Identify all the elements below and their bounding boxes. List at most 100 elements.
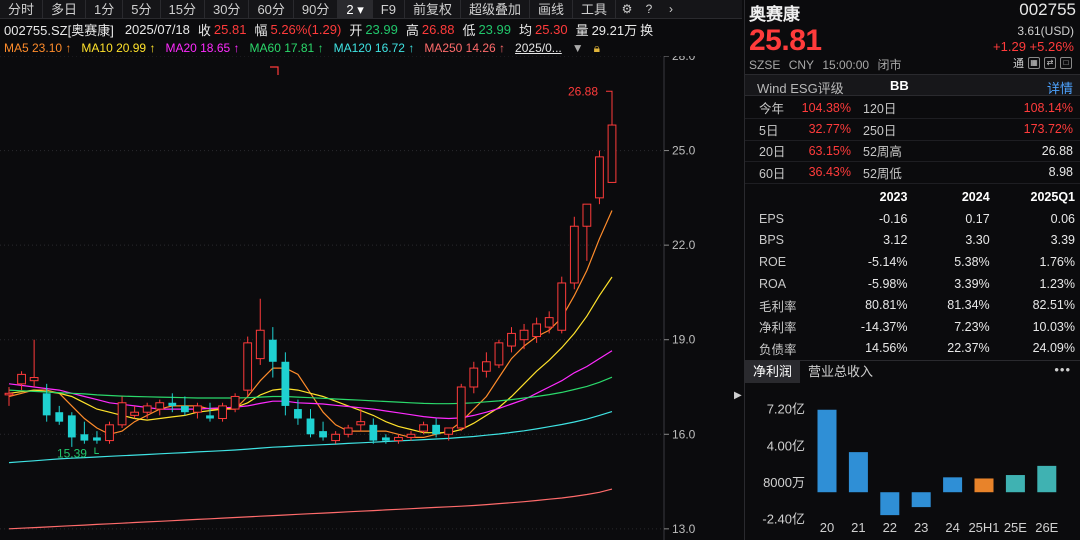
market-closed: 闭市 (877, 58, 902, 72)
avg-label: 均 (519, 22, 533, 38)
bar-x-label: 21 (851, 520, 865, 535)
tab-5min[interactable]: 5分 (123, 0, 161, 18)
ma10-legend-text: MA10 20.99 (81, 41, 147, 55)
dropdown-triangle-icon[interactable]: ▼ (572, 41, 584, 55)
candle (193, 402, 202, 419)
candle (582, 203, 592, 261)
esg-label: Wind ESG评级 (757, 81, 844, 96)
chevron-right-icon[interactable]: › (660, 0, 682, 18)
candle (255, 298, 265, 365)
fin-label: 负债率 (759, 342, 797, 357)
link-icon[interactable]: ⇄ (1044, 57, 1056, 69)
tab-30min[interactable]: 30分 (205, 0, 250, 18)
tools-button[interactable]: 工具 (573, 0, 616, 18)
fin-header-2023: 2023 (879, 190, 908, 204)
candle (469, 361, 479, 394)
fin-value: 0.06 (1050, 211, 1075, 226)
candle-body (155, 402, 165, 410)
candle (557, 276, 567, 334)
avg-value: 25.30 (535, 21, 568, 37)
quote-date: 2025/07/18 (124, 21, 190, 37)
perf-value: 26.88 (957, 140, 1080, 162)
perf-label: 今年 (745, 97, 795, 119)
perf-value: 173.72% (957, 118, 1080, 141)
expand-icon[interactable]: □ (1060, 57, 1072, 69)
bar (1005, 475, 1025, 493)
tab-60min[interactable]: 60分 (249, 0, 294, 18)
candle-body (582, 203, 592, 227)
arrow-up-icon: ↑ (317, 41, 324, 55)
candle (281, 352, 290, 416)
adjust-button[interactable]: 前复权 (405, 0, 461, 18)
gear-icon[interactable]: ⚙ (616, 0, 638, 18)
esg-row: Wind ESG评级 BB 详情 (745, 74, 1080, 96)
f9-button[interactable]: F9 (373, 0, 405, 18)
bar-x-labels: 20 21 22 23 24 25H1 25E 26E (820, 520, 1059, 535)
bar-y-ticks: 7.20亿 4.00亿 8000万 -2.40亿 (762, 402, 805, 527)
change-label: 幅 (254, 22, 268, 38)
last-price: 25.81 (749, 24, 822, 57)
candle-body (507, 332, 516, 347)
fin-label: 毛利率 (759, 299, 797, 314)
candle-body (55, 412, 64, 422)
ma120-legend-text: MA120 16.72 (333, 41, 405, 55)
grid-icon[interactable]: ▦ (1028, 57, 1040, 69)
bar (880, 492, 900, 516)
tab-intraday[interactable]: 分时 (0, 0, 44, 18)
candle-body (93, 437, 101, 441)
connect-label[interactable]: 通 (1013, 55, 1024, 71)
high-value: 26.88 (421, 21, 455, 37)
candle (595, 150, 604, 205)
overlay-button[interactable]: 超级叠加 (461, 0, 530, 18)
candle-body (206, 415, 214, 419)
tab-net-profit[interactable]: 净利润 (745, 360, 801, 383)
candle-body (343, 427, 353, 435)
bar-y-tick-label: 8000万 (763, 475, 805, 490)
draw-line-button[interactable]: 画线 (530, 0, 573, 18)
candle-body (4, 392, 14, 396)
ma250-legend-text: MA250 14.26 (424, 41, 496, 55)
open-value: 23.99 (365, 21, 398, 37)
tab-total-revenue[interactable]: 营业总收入 (800, 361, 881, 383)
bar (911, 492, 931, 508)
esg-detail-link[interactable]: 详情 (1047, 78, 1073, 97)
candle (29, 339, 39, 387)
table-row: ROE -5.14% 5.38% 1.76% (745, 251, 1080, 273)
y-tick-label: 19.0 (672, 333, 696, 347)
help-icon[interactable]: ? (638, 0, 660, 18)
tab-period-dropdown[interactable]: 2 ▾ (338, 0, 373, 18)
candle-body (595, 156, 604, 199)
bar-y-tick-label: 4.00亿 (767, 438, 805, 453)
low-marker (94, 447, 99, 455)
lock-icon[interactable]: 🔒︎ (594, 41, 600, 56)
more-icon[interactable]: ••• (1054, 361, 1071, 379)
ma10-legend: MA10 20.99 ↑ (81, 41, 155, 55)
ma-date[interactable]: 2025/0... (515, 41, 562, 55)
candle-body (117, 402, 127, 426)
tab-multi-day[interactable]: 多日 (43, 0, 87, 18)
ma60-legend-text: MA60 17.81 (249, 41, 315, 55)
candle (306, 409, 315, 438)
ma250-legend: MA250 14.26 ↑ (424, 41, 505, 55)
candle (331, 431, 341, 444)
candle (369, 418, 378, 444)
tab-1min[interactable]: 1分 (86, 0, 124, 18)
candlestick-chart[interactable]: 28.0 25.0 22.0 19.0 16.0 13.0 26.88 15.39 (0, 56, 742, 540)
bar (817, 409, 837, 493)
collapse-arrow-icon[interactable]: ▶ (734, 390, 742, 401)
table-row: 净利率 -14.37% 7.23% 10.03% (745, 316, 1080, 338)
tab-15min[interactable]: 15分 (161, 0, 205, 18)
perf-value: 36.43% (795, 161, 855, 184)
candle-body (607, 124, 617, 183)
candle-body (494, 342, 504, 366)
candle-body (180, 405, 189, 413)
fin-label: EPS (759, 211, 785, 226)
tab-90min[interactable]: 90分 (294, 0, 339, 18)
candle-body (80, 434, 89, 441)
y-axis-ticks: 28.0 25.0 22.0 19.0 16.0 13.0 (664, 56, 696, 536)
candle (206, 402, 214, 422)
candle (55, 405, 64, 425)
financials-table: 2023 2024 2025Q1 EPS -0.16 0.17 0.06 BPS 3.1… (745, 186, 1080, 359)
candle-body (331, 433, 341, 442)
perf-label: 52周低 (855, 161, 958, 184)
